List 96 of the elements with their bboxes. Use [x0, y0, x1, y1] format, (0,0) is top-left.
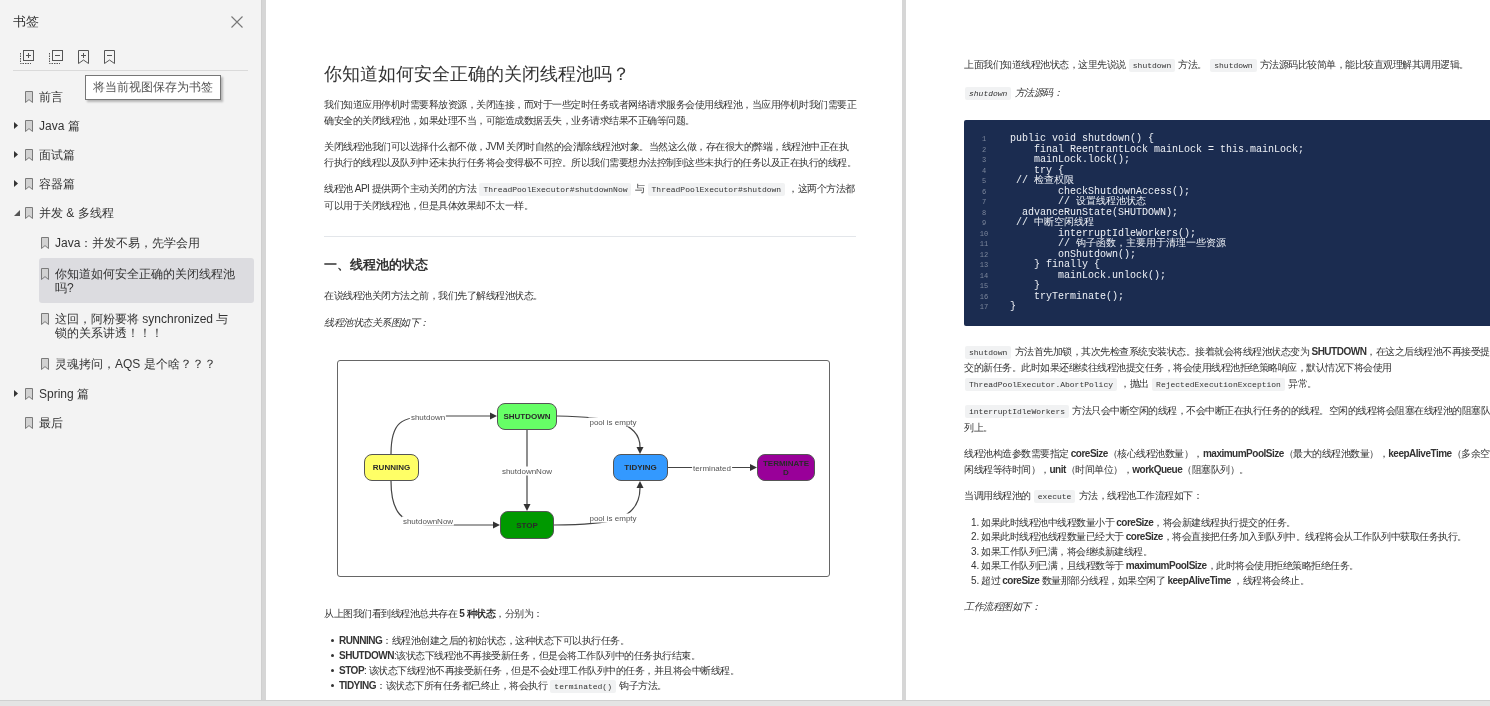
code-line: } — [1034, 281, 1040, 291]
bullet-icon — [331, 683, 334, 687]
figure-caption: 线程池状态关系图如下： — [324, 315, 430, 330]
bookmark-icon — [41, 267, 49, 280]
list-item-text: 如果此时线程池线程数量已经大于 coreSize，将会直接把任务加入到队列中。线程将会从工作队列中获取任务执行。 — [981, 530, 1467, 544]
bookmark-item[interactable]: Java 篇 — [10, 111, 82, 140]
plus-square-icon[interactable] — [20, 50, 34, 64]
list-number: 3. — [971, 544, 981, 559]
minus-square-icon[interactable] — [49, 50, 63, 64]
paragraph: 上面我们知道线程池状态，这里先说说 shutdown 方法。 shutdown 方法源码比较简单，能比较直观理解其调用逻辑。 — [964, 58, 1470, 74]
state-node: TERMINATED — [757, 454, 815, 481]
paragraph: shutdown 方法首先加锁，其次先检查系统安装状态。接着就会将线程池状态变为 SHUTDOWN，在这之后线程池不再接受提交的新任务。此时如果还继续往线程池提交任务，将会使用线程池拒绝策略响应，默认情况下将会使用 ThreadPoolExecutor.AbortPolicy ，抛出 RejectedExecutionException 异常。 — [964, 344, 1490, 392]
list-item-text: 如果工作队列已满，且线程数等于 maximumPoolSize，此时将会使用拒绝策略拒绝任务。 — [981, 559, 1359, 573]
transition-label: shutdown — [409, 412, 447, 422]
list-number: 4. — [971, 559, 981, 573]
list-item-text: RUNNING：线程池创建之后的初始状态，这种状态下可以执行任务。 — [339, 633, 630, 648]
bookmark-item[interactable]: 容器篇 — [10, 169, 77, 198]
caret-right-icon[interactable] — [14, 390, 18, 397]
paragraph: 当调用线程池的 execute 方法，线程池工作流程如下： — [964, 489, 1204, 505]
code-line: public void shutdown() { — [1010, 134, 1155, 145]
state-node: TIDYING — [613, 454, 668, 481]
code-line: // 设置线程池状态 — [1058, 197, 1146, 207]
close-icon[interactable] — [231, 16, 243, 28]
bookmark-item[interactable]: 并发 & 多线程 — [10, 198, 116, 227]
code-line: } finally { — [1034, 260, 1100, 271]
horizontal-scrollbar[interactable] — [0, 700, 1490, 706]
caret-right-icon[interactable] — [14, 180, 18, 187]
bookmark-item[interactable]: 前言 — [10, 82, 65, 111]
paragraph: 线程池构造参数需要指定 coreSize（核心线程池数量），maximumPoolSize（最大的线程池数量），keepAliveTime（多余空闲线程等待时间），unit（时间单位），workQueue（阻塞队列）。 — [964, 447, 1490, 477]
paragraph: 在说线程池关闭方法之前，我们先了解线程池状态。 — [324, 289, 544, 303]
transition-label: pool is empty — [588, 513, 638, 523]
bookmark-item[interactable]: 灵魂拷问，AQS 是个啥？？？ — [39, 348, 218, 379]
paragraph: 我们知道应用停机时需要释放资源，关闭连接，而对于一些定时任务或者网络请求服务会使用线程池，当应用停机时我们需要正确安全的关闭线程池，如果处理不当，可能造成数据丢失，业务请求结果不正确等问题。 — [324, 98, 856, 128]
bookmark-plus-icon[interactable] — [78, 50, 89, 64]
bookmark-icon — [25, 119, 33, 132]
tooltip: 将当前视图保存为书签 — [85, 75, 221, 100]
list-item-text: 超过 coreSize 数量那部分线程，如果空闲了 keepAliveTime ，线程将会终止。 — [981, 573, 1310, 588]
bookmark-item[interactable]: Java：并发不易，先学会用 — [39, 227, 203, 258]
bookmark-icon — [41, 236, 49, 249]
bookmark-item[interactable]: 这回，阿粉要将 synchronized 与锁的关系讲透！！！ — [39, 303, 236, 348]
bookmark-icon — [25, 177, 33, 190]
list-item-text: TIDYING：该状态下所有任务都已终止，将会执行 terminated() 钩子方法。 — [339, 678, 667, 694]
caret-right-icon[interactable] — [14, 151, 18, 158]
bookmark-item[interactable]: 最后 — [10, 408, 65, 437]
bookmark-item[interactable]: 面试篇 — [10, 140, 77, 169]
code-line: mainLock.lock(); — [1034, 155, 1130, 166]
state-node: SHUTDOWN — [497, 403, 557, 430]
list-item-text: 如果工作队列已满，将会继续新建线程。 — [981, 544, 1152, 559]
paragraph: 线程池 API 提供两个主动关闭的方法 ThreadPoolExecutor#shutdownNow 与 ThreadPoolExecutor#shutdown ，这两个方法都可以用于关闭线程池，但是具体效果却不太一样。 — [324, 182, 856, 213]
bullet-icon — [331, 638, 334, 642]
state-node: RUNNING — [364, 454, 419, 481]
code-line: mainLock.unlock(); — [1058, 270, 1167, 281]
section-heading: 一、线程池的状态 — [324, 256, 429, 274]
bookmark-icon — [25, 387, 33, 400]
code-line: interruptIdleWorkers(); — [1058, 228, 1197, 239]
bullet-icon — [331, 653, 334, 657]
bookmark-icon — [25, 148, 33, 161]
code-line: // 检查权限 — [1016, 176, 1074, 186]
code-line: advanceRunState(SHUTDOWN); — [1022, 207, 1179, 218]
list-item-text: 如果此时线程池中线程数量小于 coreSize，将会新建线程执行提交的任务。 — [981, 515, 1296, 530]
paragraph: 从上图我们看到线程池总共存在 5 种状态，分别为： — [324, 607, 544, 621]
bookmark-icon — [25, 206, 33, 219]
code-line: try { — [1034, 165, 1064, 176]
transition-label: shutdownNow — [401, 516, 455, 526]
panel-title: 书签 — [13, 14, 39, 30]
bookmark-icon — [25, 90, 33, 103]
caret-right-icon[interactable] — [14, 122, 18, 129]
paragraph: interruptIdleWorkers 方法只会中断空闲的线程，不会中断正在执行任务的的线程。空闲的线程将会阻塞在线程池的阻塞队列上。 — [964, 404, 1490, 435]
paragraph: 关闭线程池我们可以选择什么都不做，JVM 关闭时自然的会清除线程池对象。当然这么做，存在很大的弊端，线程池中正在执行执行的线程以及队列中还未执行任务将会变得极不可控。所以我们需要想办法控制到这些未执行的任务以及正在执行的线程。 — [324, 140, 856, 170]
bookmark-icon — [41, 312, 49, 325]
bookmark-minus-icon[interactable] — [104, 50, 115, 64]
list-item-text: SHUTDOWN:该状态下线程池不再接受新任务，但是会将工作队列中的任务执行结束。 — [339, 648, 701, 663]
code-line: tryTerminate(); — [1034, 291, 1124, 302]
caret-down-icon[interactable] — [14, 209, 20, 216]
state-node: STOP — [500, 511, 554, 539]
transition-label: terminated — [692, 463, 732, 472]
transition-label: shutdownNow — [500, 466, 554, 476]
code-line: } — [1010, 302, 1016, 313]
code-line: onShutdown(); — [1058, 249, 1136, 260]
bullet-icon — [331, 668, 334, 672]
bookmark-item[interactable]: Spring 篇 — [10, 379, 92, 408]
list-item-text: STOP: 该状态下线程池不再接受新任务，但是不会处理工作队列中的任务，并且将会中断线程。 — [339, 663, 740, 678]
transition-label: pool is empty — [588, 417, 638, 427]
list-number: 1. — [971, 515, 981, 530]
code-line: // 钩子函数，主要用于清理一些资源 — [1058, 239, 1226, 249]
figure-caption: shutdown 方法源码： — [964, 84, 1490, 101]
bookmark-icon — [25, 416, 33, 429]
code-line: final ReentrantLock mainLock = this.mainLock; — [1034, 144, 1305, 155]
bookmark-icon — [41, 357, 49, 370]
list-number: 5. — [971, 573, 981, 588]
article-title: 你知道如何安全正确的关闭线程池吗？ — [324, 63, 631, 86]
list-number: 2. — [971, 530, 981, 544]
bookmark-item[interactable]: 你知道如何安全正确的关闭线程池吗? — [39, 258, 254, 303]
figure-caption: 工作流程图如下： — [964, 600, 1041, 614]
code-line: checkShutdownAccess(); — [1058, 186, 1191, 197]
code-line: // 中断空闲线程 — [1016, 218, 1094, 228]
